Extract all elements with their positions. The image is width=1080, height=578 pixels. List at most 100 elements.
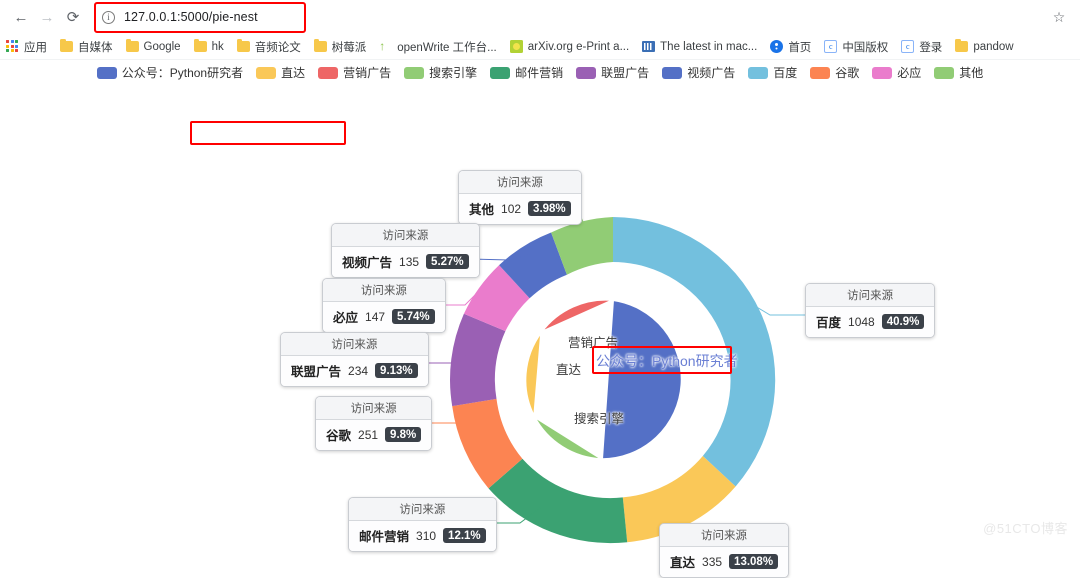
tooltip-header: 访问来源 — [806, 284, 935, 307]
tooltip-baidu: 访问来源 百度 1048 40.9% — [805, 283, 936, 338]
bookmark-zhongguobanquan[interactable]: c 中国版权 — [824, 39, 888, 55]
tooltip-name: 直达 — [670, 556, 696, 570]
bookmark-arxiv[interactable]: arXiv.org e-Print a... — [509, 40, 630, 53]
tooltip-value: 147 — [365, 309, 386, 324]
tooltip-value: 135 — [399, 254, 420, 269]
bookmark-openwrite[interactable]: ↑ openWrite 工作台... — [379, 39, 497, 55]
tooltip-header: 访问来源 — [660, 524, 789, 547]
tooltip-body: 百度 1048 40.9% — [806, 307, 935, 337]
tooltip-name: 谷歌 — [326, 429, 352, 443]
tooltip-percent: 9.13% — [375, 363, 418, 378]
inner-label-gongzhonghao: 公众号：Python研究者 — [596, 353, 738, 369]
bookmark-label: 中国版权 — [842, 41, 889, 54]
bookmark-shumeipai[interactable]: 树莓派 — [313, 39, 367, 55]
tooltip-body: 视频广告 135 5.27% — [332, 247, 479, 277]
bookmark-google[interactable]: Google — [125, 39, 181, 53]
tooltip-header: 访问来源 — [281, 333, 428, 356]
url-text: 127.0.0.1:5000/pie-nest — [124, 10, 258, 24]
chart-page: 公众号：Python研究者 直达 营销广告 搜索引擎 邮件营销 联盟广告 视频广… — [0, 60, 1080, 578]
bookmark-apps[interactable]: 应用 — [6, 39, 47, 55]
bookmark-yinpinlunwen[interactable]: 音频论文 — [236, 39, 301, 55]
tooltip-percent: 13.08% — [729, 554, 779, 569]
copyright-icon: c — [824, 40, 838, 53]
copyright-icon: c — [901, 40, 915, 53]
reload-icon[interactable]: ⟳ — [60, 4, 86, 30]
tooltip-body: 直达 335 13.08% — [660, 547, 789, 577]
folder-icon — [236, 39, 250, 52]
bookmark-label: openWrite 工作台... — [397, 41, 497, 54]
openwrite-icon: ↑ — [379, 39, 386, 53]
tooltip-name: 百度 — [816, 316, 842, 330]
bookmark-label: 应用 — [24, 41, 47, 54]
inner-label-yingxiaoguanggao: 营销广告 — [568, 336, 619, 350]
bookmark-shouye[interactable]: 首页 — [770, 39, 811, 55]
inner-label-zhida: 直达 — [556, 363, 582, 377]
tooltip-biying: 访问来源 必应 147 5.74% — [322, 278, 446, 333]
tooltip-zhida: 访问来源 直达 335 13.08% — [659, 523, 790, 578]
folder-icon — [955, 39, 969, 52]
folder-icon — [125, 39, 139, 52]
tooltip-name: 其他 — [469, 203, 495, 217]
bookmark-star-icon[interactable]: ☆ — [1046, 4, 1072, 30]
bookmark-label: 首页 — [788, 41, 812, 54]
bookmark-label: Google — [143, 40, 181, 53]
bookmark-denglu[interactable]: c 登录 — [901, 39, 942, 55]
watermark: @51CTO博客 — [983, 521, 1068, 536]
bookmarks-bar: 应用 自媒体 Google hk 音频论文 树莓派 ↑ openWrite 工作… — [0, 34, 1080, 60]
back-arrow-icon[interactable]: ← — [8, 4, 34, 30]
bookmark-label: 自媒体 — [78, 41, 113, 54]
inner-slice-zhida[interactable] — [524, 328, 543, 421]
bookmark-label: The latest in mac... — [660, 40, 758, 53]
tooltip-name: 联盟广告 — [291, 365, 342, 379]
tooltip-header: 访问来源 — [323, 279, 445, 302]
tooltip-body: 联盟广告 234 9.13% — [281, 356, 428, 386]
forward-arrow-icon[interactable]: → — [34, 4, 60, 30]
tooltip-header: 访问来源 — [349, 498, 496, 521]
site-info-icon[interactable]: i — [102, 10, 115, 24]
tooltip-percent: 3.98% — [528, 201, 571, 216]
tooltip-header: 访问来源 — [459, 171, 581, 194]
tooltip-percent: 40.9% — [881, 314, 925, 329]
outer-slice-youjian[interactable] — [488, 458, 628, 544]
tooltip-youjianyingxiao: 访问来源 邮件营销 310 12.1% — [348, 497, 497, 552]
tooltip-body: 其他 102 3.98% — [459, 194, 581, 224]
tooltip-value: 251 — [358, 427, 379, 442]
folder-icon — [60, 39, 73, 52]
tooltip-percent: 5.27% — [426, 254, 469, 269]
bookmark-label: pandow — [973, 40, 1014, 53]
tooltip-qita: 访问来源 其他 102 3.98% — [458, 170, 582, 225]
bookmark-macrumors[interactable]: The latest in mac... — [642, 41, 757, 53]
bookmark-label: 树莓派 — [331, 41, 367, 54]
macrumors-icon — [642, 41, 656, 52]
tooltip-header: 访问来源 — [316, 397, 432, 420]
inner-pie-series — [524, 298, 683, 461]
tooltip-value: 234 — [348, 363, 369, 378]
inner-slice-yingxiaoguanggao[interactable] — [538, 298, 617, 335]
inner-slice-gongzhonghao[interactable] — [600, 298, 683, 461]
apps-grid-icon — [6, 40, 19, 53]
bookmark-hk[interactable]: hk — [193, 39, 224, 53]
tooltip-percent: 9.8% — [385, 427, 422, 442]
tooltip-header: 访问来源 — [332, 224, 479, 247]
tooltip-body: 必应 147 5.74% — [323, 302, 445, 332]
tooltip-name: 邮件营销 — [359, 530, 410, 544]
tooltip-name: 必应 — [333, 311, 359, 325]
tooltip-guge: 访问来源 谷歌 251 9.8% — [315, 396, 433, 451]
inner-label-sousuoyinqing: 搜索引擎 — [574, 412, 625, 426]
folder-icon — [193, 39, 207, 52]
tooltip-value: 335 — [702, 554, 723, 569]
tooltip-body: 谷歌 251 9.8% — [316, 420, 432, 450]
bookmark-pandow[interactable]: pandow — [955, 39, 1014, 53]
home-site-icon — [770, 40, 784, 53]
arxiv-icon — [509, 40, 523, 53]
tooltip-name: 视频广告 — [342, 256, 393, 270]
tooltip-value: 1048 — [848, 314, 875, 329]
bookmark-label: arXiv.org e-Print a... — [527, 40, 630, 53]
bookmark-zimeiti[interactable]: 自媒体 — [60, 39, 113, 55]
address-bar[interactable]: i 127.0.0.1:5000/pie-nest — [92, 5, 1038, 29]
bookmark-label: 音频论文 — [254, 41, 301, 54]
tooltip-body: 邮件营销 310 12.1% — [349, 521, 496, 551]
bookmark-label: 登录 — [919, 41, 943, 54]
tooltip-value: 102 — [501, 201, 522, 216]
bookmark-label: hk — [211, 40, 224, 53]
